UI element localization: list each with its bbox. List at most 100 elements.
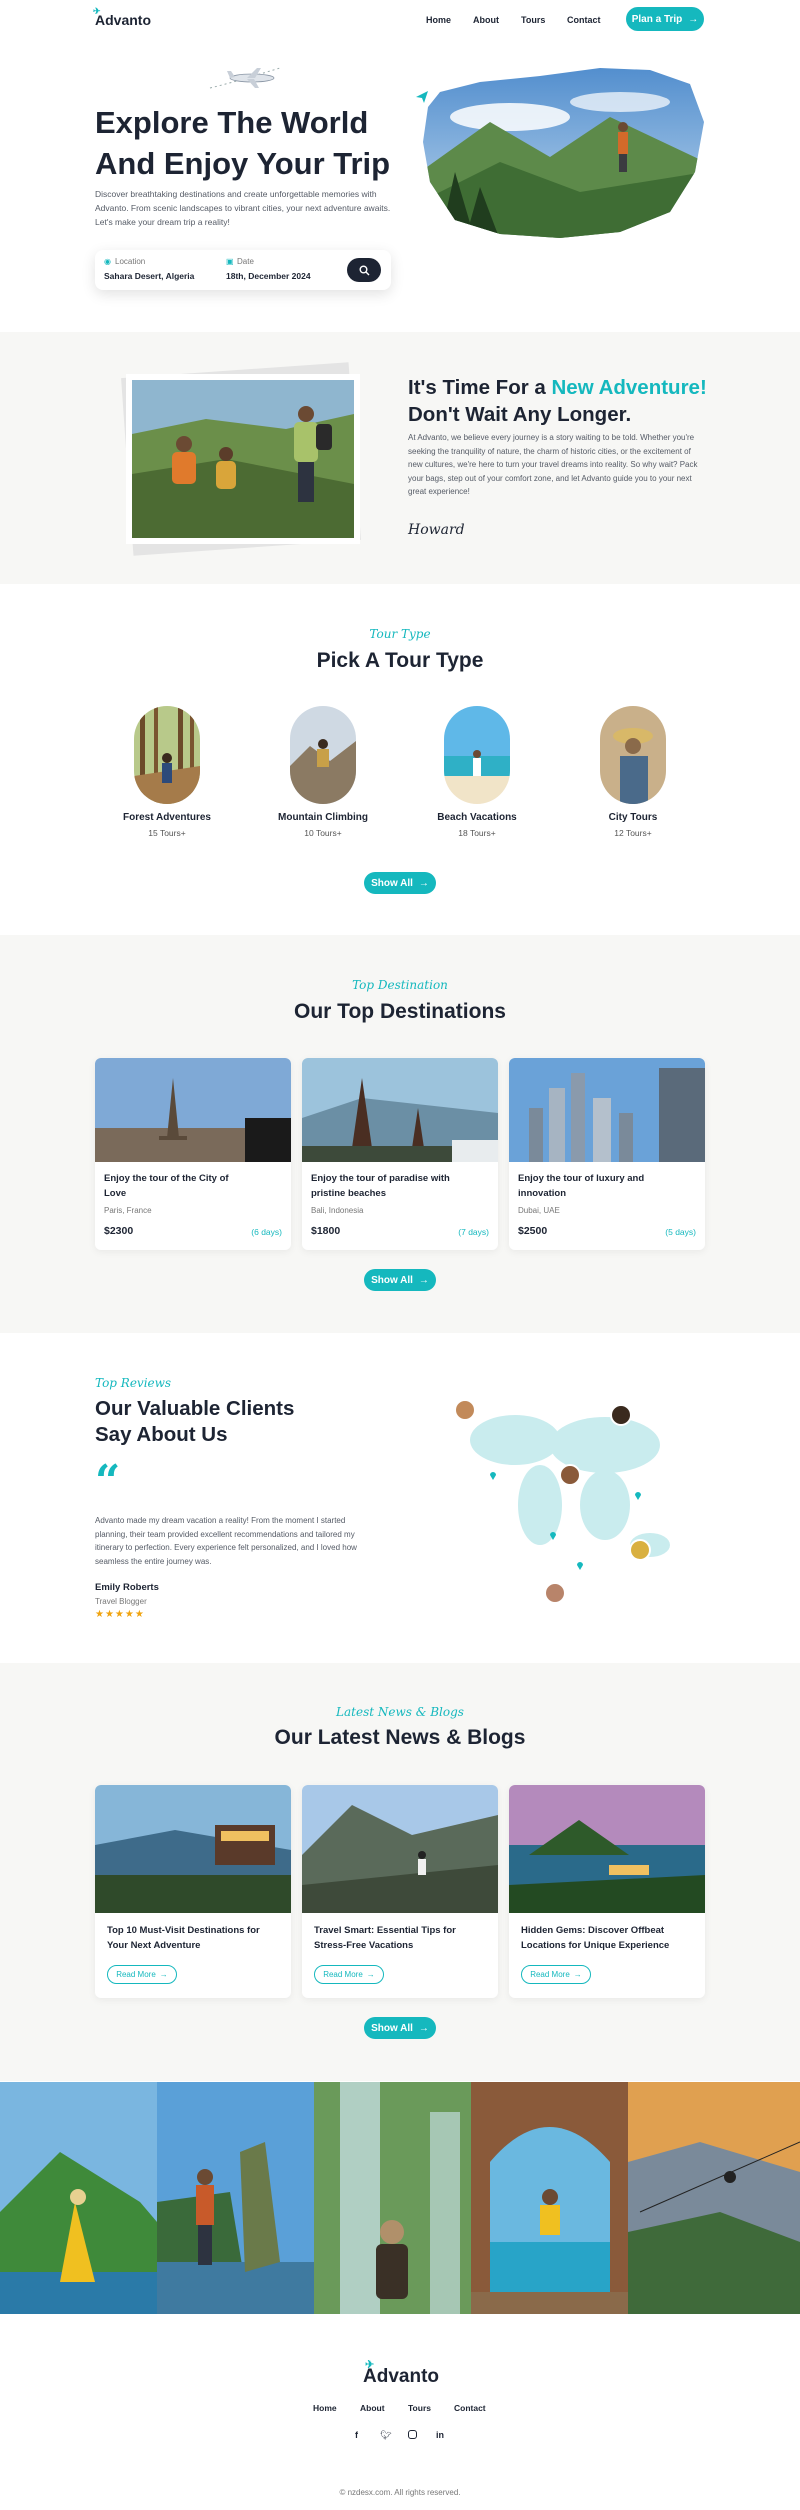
reviewer-role: Travel Blogger <box>95 1597 147 1606</box>
footer-nav-about[interactable]: About <box>360 2403 385 2413</box>
trip-search-bar: ◉ Location Sahara Desert, Algeria ▣ Date… <box>95 250 391 290</box>
tour-type-name: Beach Vacations <box>437 812 517 823</box>
blog-image-2 <box>302 1785 498 1913</box>
reviews-subtitle: Top Reviews <box>95 1376 172 1390</box>
arrow-right-icon: → <box>418 1274 429 1286</box>
location-pin-icon: ◉ <box>104 257 111 266</box>
world-map <box>454 1399 670 1604</box>
hikers-photo <box>126 374 360 544</box>
review-text: Advanto made my dream vacation a reality… <box>95 1516 357 1566</box>
arrow-right-icon: → <box>418 877 429 889</box>
gallery-photo-1 <box>0 2082 157 2314</box>
destination-card[interactable]: Enjoy the tour of paradise with pristine… <box>302 1058 498 1250</box>
read-more-button[interactable]: Read More → <box>314 1965 384 1984</box>
dubai-image <box>509 1058 705 1162</box>
nav-tours[interactable]: Tours <box>521 15 545 25</box>
destination-days: (5 days) <box>665 1227 696 1237</box>
blog-card[interactable]: Travel Smart: Essential Tips for Stress-… <box>302 1785 498 1998</box>
quote-icon: “ <box>95 1456 121 1507</box>
blog-title: Hidden Gems: Discover Offbeat Locations … <box>521 1925 670 1951</box>
nav-contact[interactable]: Contact <box>567 15 601 25</box>
tour-types-show-all-button[interactable]: Show All → <box>364 872 436 894</box>
site-logo[interactable]: ✈ Advanto <box>93 6 151 28</box>
tour-type-count: 18 Tours+ <box>458 828 496 838</box>
signature: Howard <box>408 522 465 538</box>
calendar-icon: ▣ <box>226 257 234 266</box>
forest-image <box>134 706 200 804</box>
copyright: © nzdesx.com. All rights reserved. <box>339 2488 461 2497</box>
reviewer-name: Emily Roberts <box>95 1582 159 1593</box>
blog-title: Travel Smart: Essential Tips for Stress-… <box>314 1925 456 1951</box>
footer-nav-tours[interactable]: Tours <box>408 2403 431 2413</box>
site-header: ✈ Advanto Home About Tours Contact Plan … <box>0 0 800 40</box>
arrow-right-icon: → <box>573 1970 582 1979</box>
date-label: Date <box>237 257 254 266</box>
tour-type-count: 15 Tours+ <box>148 828 186 838</box>
gallery-photo-3 <box>314 2082 471 2314</box>
arrow-right-icon: → <box>418 2022 429 2034</box>
nav-home[interactable]: Home <box>426 15 451 25</box>
tour-type-count: 10 Tours+ <box>304 828 342 838</box>
footer-nav-contact[interactable]: Contact <box>454 2403 486 2413</box>
destination-location: Dubai, UAE <box>518 1206 560 1215</box>
paris-image <box>95 1058 291 1162</box>
location-field[interactable]: Sahara Desert, Algeria <box>104 271 194 281</box>
plane-icon: ✈ <box>93 6 101 16</box>
tour-type-card[interactable]: City Tours 12 Tours+ <box>568 706 698 846</box>
arrow-right-icon: → <box>688 13 699 25</box>
search-icon <box>359 265 369 275</box>
arrow-right-icon: → <box>159 1970 168 1979</box>
nav-about[interactable]: About <box>473 15 499 25</box>
destination-title: Enjoy the tour of the City of Love <box>104 1173 229 1199</box>
tour-type-subtitle: Tour Type <box>369 627 431 641</box>
bali-image <box>302 1058 498 1162</box>
footer-logo[interactable]: ✈ Advanto <box>363 2359 439 2388</box>
facebook-icon[interactable]: f <box>355 2430 358 2440</box>
gallery-photo-5 <box>628 2082 800 2314</box>
tour-type-card[interactable]: Forest Adventures 15 Tours+ <box>102 706 232 846</box>
destination-card[interactable]: Enjoy the tour of luxury and innovation … <box>509 1058 705 1250</box>
social-links: f 🐦︎ in <box>352 2430 452 2444</box>
search-button[interactable] <box>347 258 381 282</box>
destination-location: Paris, France <box>104 1206 152 1215</box>
tour-type-card[interactable]: Mountain Climbing 10 Tours+ <box>258 706 388 846</box>
tour-type-name: Forest Adventures <box>123 812 211 823</box>
news-show-all-button[interactable]: Show All → <box>364 2017 436 2039</box>
blog-card[interactable]: Top 10 Must-Visit Destinations for Your … <box>95 1785 291 1998</box>
beach-image <box>444 706 510 804</box>
about-title: It's Time For a New Adventure! Don't Wai… <box>408 376 707 426</box>
blog-image-3 <box>509 1785 705 1913</box>
destination-days: (7 days) <box>458 1227 489 1237</box>
instagram-icon[interactable] <box>408 2430 417 2439</box>
linkedin-icon[interactable]: in <box>436 2430 444 2440</box>
read-more-button[interactable]: Read More → <box>521 1965 591 1984</box>
news-subtitle: Latest News & Blogs <box>336 1705 464 1719</box>
tour-type-title: Pick A Tour Type <box>316 649 484 672</box>
plan-trip-button[interactable]: Plan a Trip → <box>626 7 704 31</box>
hero-mountain-image <box>423 68 704 238</box>
destination-price: $2500 <box>518 1225 548 1237</box>
location-label: Location <box>115 257 146 266</box>
tour-type-card[interactable]: Beach Vacations 18 Tours+ <box>412 706 542 846</box>
read-more-button[interactable]: Read More → <box>107 1965 177 1984</box>
plane-icon: ✈ <box>365 2359 375 2371</box>
date-field[interactable]: 18th, December 2024 <box>226 271 311 281</box>
destination-price: $1800 <box>311 1225 341 1237</box>
mountain-image <box>290 706 356 804</box>
destination-card[interactable]: Enjoy the tour of the City of Love Paris… <box>95 1058 291 1250</box>
reviews-title: Our Valuable Clients Say About Us <box>95 1397 295 1446</box>
blog-image-1 <box>95 1785 291 1913</box>
destinations-subtitle: Top Destination <box>352 978 448 992</box>
destinations-show-all-button[interactable]: Show All → <box>364 1269 436 1291</box>
destinations-title: Our Top Destinations <box>294 1000 506 1023</box>
blog-card[interactable]: Hidden Gems: Discover Offbeat Locations … <box>509 1785 705 1998</box>
blog-title: Top 10 Must-Visit Destinations for Your … <box>107 1925 260 1951</box>
gallery-photo-4 <box>471 2082 628 2314</box>
tour-type-name: Mountain Climbing <box>278 812 368 823</box>
hero-title: Explore The World And Enjoy Your Trip <box>95 105 391 181</box>
city-image <box>600 706 666 804</box>
footer-nav-home[interactable]: Home <box>313 2403 337 2413</box>
twitter-icon[interactable]: 🐦︎ <box>380 2430 391 2441</box>
destination-price: $2300 <box>104 1225 134 1237</box>
destination-title: Enjoy the tour of luxury and innovation <box>518 1173 645 1199</box>
